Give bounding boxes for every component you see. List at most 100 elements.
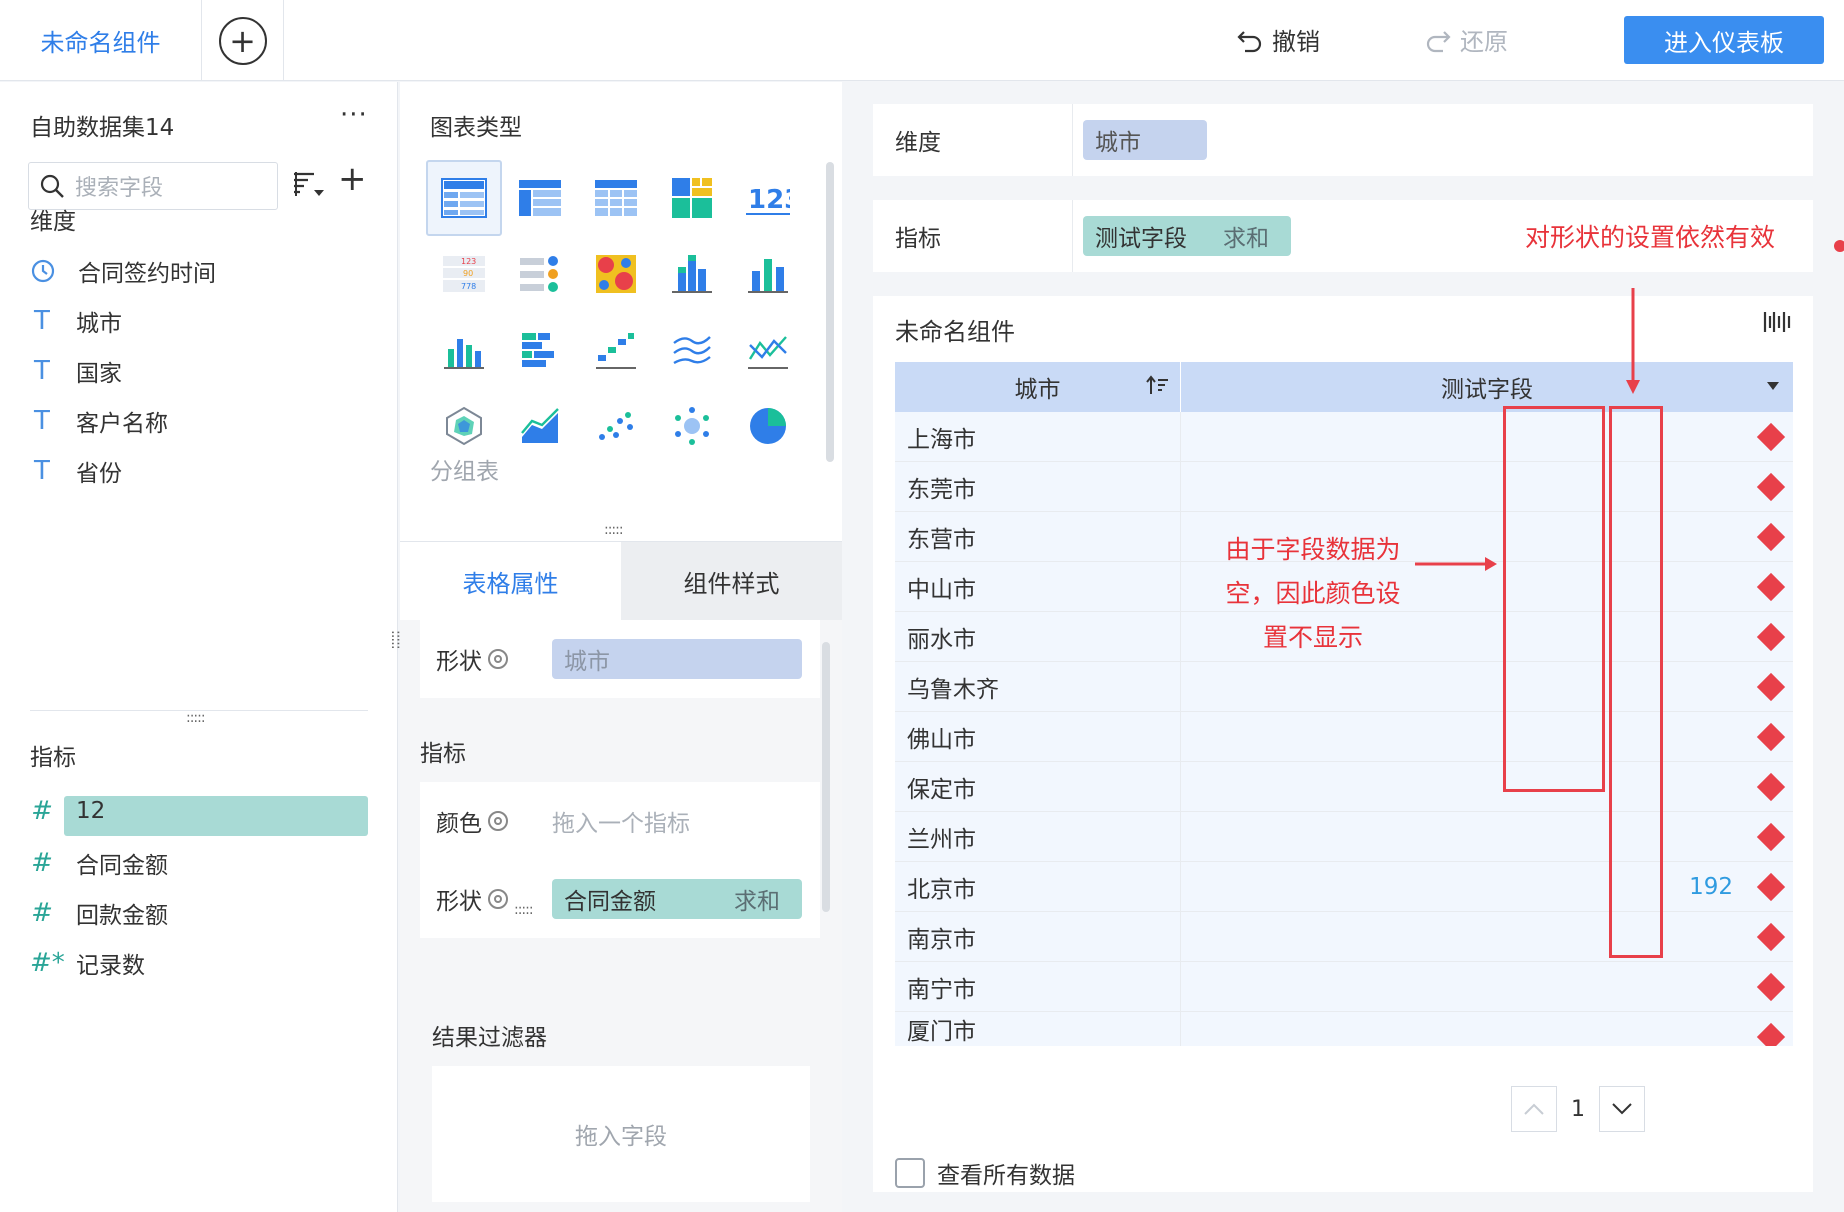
chart-type-pie[interactable] xyxy=(730,388,806,464)
enter-dashboard-button[interactable]: 进入仪表板 xyxy=(1624,16,1824,64)
sort-icon[interactable] xyxy=(1146,374,1170,398)
measure-section-title: 指标 xyxy=(420,741,466,767)
radar-icon xyxy=(446,406,482,446)
page-number: 1 xyxy=(1571,1096,1585,1122)
number-type-icon: # xyxy=(31,898,53,928)
gear-icon[interactable] xyxy=(488,889,508,909)
config-panel: 图表类型 123 123 90 778 xyxy=(388,82,842,1212)
chart-type-bubble[interactable] xyxy=(654,388,730,464)
pill-field: 测试字段 xyxy=(1095,226,1187,252)
cell-city: 乌鲁木齐 xyxy=(895,662,1181,711)
color-measure-row: 颜色 拖入一个指标 xyxy=(420,782,820,860)
text-type-icon: T xyxy=(34,306,50,336)
color-drop-placeholder[interactable]: 拖入一个指标 xyxy=(552,804,690,838)
plus-circle-icon: + xyxy=(218,16,267,65)
chart-type-bar[interactable] xyxy=(426,312,502,388)
diamond-shape-icon xyxy=(1756,972,1786,1002)
field-item-province[interactable]: T 省份 xyxy=(30,454,122,488)
top-bar: 未命名组件 + 撤销 还原 进入仪表板 xyxy=(0,0,1844,81)
chevron-up-icon xyxy=(1524,1103,1544,1115)
field-item-contract-amount[interactable]: # 合同金额 xyxy=(30,846,168,880)
view-all-checkbox[interactable] xyxy=(895,1158,925,1188)
cell-value xyxy=(1181,912,1793,961)
cell-value: 192 xyxy=(1181,862,1793,911)
clock-icon xyxy=(31,259,55,283)
property-tabs: 表格属性 组件样式 xyxy=(400,542,842,620)
kpi-number-icon: 123 xyxy=(746,185,790,215)
chart-type-scatter[interactable] xyxy=(578,388,654,464)
group-table-icon xyxy=(441,178,487,218)
chart-type-indicator-card[interactable]: 123 90 778 xyxy=(426,236,502,312)
diamond-shape-icon xyxy=(1756,722,1786,752)
field-item-contract-time[interactable]: 合同签约时间 xyxy=(30,254,216,288)
shape-measure-pill[interactable]: 合同金额 求和 xyxy=(552,879,802,919)
undo-button[interactable]: 撤销 xyxy=(1236,22,1320,57)
add-field-button[interactable]: + xyxy=(338,162,367,196)
next-page-button[interactable] xyxy=(1599,1086,1645,1132)
dropdown-arrow-icon[interactable] xyxy=(1765,378,1781,394)
chart-type-detail-table[interactable] xyxy=(578,160,654,236)
resize-handle[interactable]: ::::: xyxy=(604,522,624,538)
field-item-city[interactable]: T 城市 xyxy=(30,304,122,338)
shape2-label-text: 形状 xyxy=(436,889,482,915)
svg-text:123: 123 xyxy=(748,185,790,215)
prev-page-button[interactable] xyxy=(1511,1086,1557,1132)
shape-dimension-pill[interactable]: 城市 xyxy=(552,639,802,679)
chart-type-scrollbar[interactable] xyxy=(826,162,834,462)
tab-component[interactable]: 未命名组件 xyxy=(0,0,202,81)
cell-value xyxy=(1181,412,1793,461)
field-item-record-count[interactable]: #* 记录数 xyxy=(30,946,145,980)
chart-type-area[interactable] xyxy=(502,388,578,464)
chart-type-section: 图表类型 123 123 90 778 xyxy=(400,82,842,542)
table-row[interactable]: 南宁市 xyxy=(895,962,1793,1012)
view-all-data-toggle[interactable]: 查看所有数据 xyxy=(895,1156,1075,1190)
resize-handle[interactable]: ::::: xyxy=(186,710,206,726)
table-row[interactable]: 厦门市 xyxy=(895,1012,1793,1046)
chart-type-stacked-bar[interactable] xyxy=(730,236,806,312)
add-tab-button[interactable]: + xyxy=(202,0,284,81)
chart-type-kpi[interactable]: 123 xyxy=(730,160,806,236)
more-options-button[interactable]: ··· xyxy=(340,100,368,130)
redo-button[interactable]: 还原 xyxy=(1424,22,1508,57)
resize-handle[interactable]: ::::: xyxy=(514,902,534,918)
cell-value xyxy=(1181,712,1793,761)
diamond-shape-icon xyxy=(1756,872,1786,902)
field-item-payment-amount[interactable]: # 回款金额 xyxy=(30,896,168,930)
column-header-city[interactable]: 城市 xyxy=(895,362,1181,412)
chart-type-line[interactable] xyxy=(654,312,730,388)
chart-type-grouped-bar[interactable] xyxy=(654,236,730,312)
chart-type-group-table[interactable] xyxy=(426,160,502,236)
field-item-customer[interactable]: T 客户名称 xyxy=(30,404,168,438)
gear-icon[interactable] xyxy=(488,811,508,831)
chart-type-heatmap[interactable] xyxy=(578,236,654,312)
chart-type-multi-line[interactable] xyxy=(730,312,806,388)
column-header-test-field[interactable]: 测试字段 xyxy=(1181,362,1793,412)
field-item-country[interactable]: T 国家 xyxy=(30,354,122,388)
barcode-icon[interactable] xyxy=(1763,310,1791,334)
stacked-bar-icon xyxy=(748,259,788,293)
edge-marker xyxy=(1834,240,1844,252)
gear-icon[interactable] xyxy=(488,649,508,669)
result-filter-dropzone[interactable]: 拖入字段 xyxy=(432,1066,810,1202)
tab-component-style[interactable]: 组件样式 xyxy=(621,542,842,620)
shape2-label: 形状 xyxy=(436,882,552,916)
dimension-section-label: 维度 xyxy=(30,209,76,235)
selected-field-highlight xyxy=(64,796,368,836)
chart-type-treemap[interactable] xyxy=(654,160,730,236)
chart-type-horizontal-bar[interactable] xyxy=(502,312,578,388)
annotation-arrow-down-icon xyxy=(1626,288,1640,394)
tab-table-properties[interactable]: 表格属性 xyxy=(400,542,621,620)
field-label: 客户名称 xyxy=(76,411,168,437)
chart-type-status-card[interactable] xyxy=(502,236,578,312)
sort-filter-icon[interactable] xyxy=(292,170,326,200)
panel-resize-handle[interactable]: ::::: xyxy=(388,630,404,649)
chart-type-step[interactable] xyxy=(578,312,654,388)
chart-type-cross-table[interactable] xyxy=(502,160,578,236)
cell-value xyxy=(1181,812,1793,861)
measure-shelf-pill[interactable]: 测试字段 求和 xyxy=(1083,216,1291,256)
dimension-shelf-pill[interactable]: 城市 xyxy=(1083,120,1207,160)
scatter-icon xyxy=(599,412,633,440)
properties-scrollbar[interactable] xyxy=(822,642,830,912)
field-item-12[interactable]: # 12 xyxy=(30,796,105,826)
column-header-label: 城市 xyxy=(1014,377,1061,403)
